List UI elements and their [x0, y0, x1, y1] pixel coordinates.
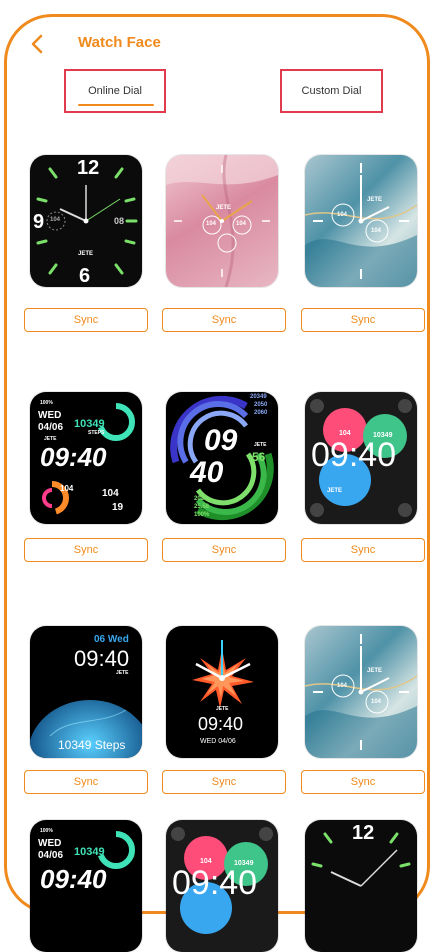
dial-brand: JETE: [254, 442, 267, 448]
dial-time: 09:40: [198, 714, 244, 734]
dial-brand: JETE: [116, 670, 129, 676]
tab-online-dial[interactable]: Online Dial: [64, 69, 166, 113]
dial-date: 06 Wed: [94, 634, 129, 645]
watch-face-preview[interactable]: 12: [305, 820, 417, 952]
dial-steps-label: STEPS: [88, 430, 105, 436]
dial-value: 104: [371, 228, 382, 234]
dial-date: 04/06: [38, 850, 64, 861]
dial-battery: 100%: [40, 828, 53, 834]
dial-brand: JETE: [216, 706, 229, 712]
watch-face-preview[interactable]: JETE 104 104: [305, 626, 417, 758]
dial-time: 09:40: [172, 864, 258, 902]
analog-dial-icon: [305, 163, 417, 287]
dial-brand: JETE: [367, 668, 383, 674]
sync-button[interactable]: Sync: [301, 538, 425, 562]
dial-time: 09:40: [311, 436, 397, 474]
sync-label: Sync: [211, 544, 237, 556]
sync-button[interactable]: Sync: [162, 538, 286, 562]
dial-distance: 19: [112, 502, 124, 513]
watch-face-preview[interactable]: JETE 104 104: [305, 155, 417, 287]
tab-label: Online Dial: [88, 85, 142, 97]
sync-label: Sync: [73, 314, 99, 326]
sync-button[interactable]: Sync: [162, 308, 286, 332]
sync-label: Sync: [350, 314, 376, 326]
dial-brand: JETE: [216, 205, 232, 211]
watch-face-preview[interactable]: 100% WED 04/06 10349 STEPS JETE 09:40 10…: [30, 392, 142, 524]
page-title: Watch Face: [78, 34, 161, 51]
dial-brand: JETE: [78, 251, 94, 257]
dial-value: 104: [236, 221, 247, 227]
watch-face-preview[interactable]: JETE 09:40 WED 04/06: [166, 626, 278, 758]
watch-face-preview[interactable]: 12 9 6 08 JETE 104: [30, 155, 142, 287]
dial-brand: JETE: [367, 197, 383, 203]
watch-face-preview[interactable]: 100% WED 04/06 10349 09:40: [30, 820, 142, 952]
analog-dial-icon: [166, 155, 278, 287]
sync-button[interactable]: Sync: [301, 770, 425, 794]
dial-hour: 09: [204, 424, 238, 457]
active-tab-indicator: [78, 104, 154, 106]
tab-custom-dial[interactable]: Custom Dial: [280, 69, 383, 113]
watch-face-preview[interactable]: 104 10349 09:40 JETE: [305, 392, 417, 524]
dial-value: 104: [337, 683, 348, 689]
sync-button[interactable]: Sync: [24, 538, 148, 562]
sync-button[interactable]: Sync: [24, 308, 148, 332]
sync-label: Sync: [350, 776, 376, 788]
dial-stat: 2050: [254, 402, 268, 408]
chevron-left-icon[interactable]: [30, 34, 44, 54]
sync-label: Sync: [73, 776, 99, 788]
sync-label: Sync: [211, 314, 237, 326]
sync-label: Sync: [350, 544, 376, 556]
analog-dial-icon: [305, 634, 417, 758]
dial-date: 08: [114, 216, 125, 226]
dial-calories: 104: [102, 488, 119, 499]
sync-button[interactable]: Sync: [301, 308, 425, 332]
tab-label: Custom Dial: [301, 85, 362, 97]
dial-stat: 100%: [194, 512, 210, 518]
dial-minute: 40: [190, 456, 224, 489]
sync-button[interactable]: Sync: [162, 770, 286, 794]
dial-time: 09:40: [74, 646, 130, 671]
dial-stat: 2060: [254, 410, 268, 416]
dial-seconds: 56: [252, 450, 266, 464]
dial-heart: 104: [60, 484, 74, 493]
dial-hour-label: 12: [77, 157, 100, 179]
dial-time: 09:40: [40, 442, 107, 472]
dial-date: 04/06: [38, 422, 64, 433]
dial-steps: 10349: [74, 418, 105, 430]
dial-pulse: 104: [50, 217, 61, 223]
dial-steps: 10349: [74, 846, 105, 858]
dial-stat: 20349: [250, 394, 267, 400]
watch-face-preview[interactable]: 104 10349 09:40: [166, 820, 278, 952]
dial-value: 104: [371, 699, 382, 705]
dial-value: 104: [206, 221, 217, 227]
dial-steps: 10349 Steps: [58, 738, 126, 752]
dial-battery: 100%: [40, 400, 53, 406]
dial-hour-label: 9: [33, 211, 45, 233]
sync-button[interactable]: Sync: [24, 770, 148, 794]
dial-day: WED: [38, 410, 62, 421]
sync-label: Sync: [73, 544, 99, 556]
dial-stat: 25.58: [194, 504, 210, 510]
dial-day: WED: [38, 838, 62, 849]
dial-date: WED 04/06: [200, 738, 236, 745]
watch-face-preview[interactable]: 06 Wed 09:40 JETE 10349 Steps: [30, 626, 142, 758]
dial-value: 104: [337, 212, 348, 218]
watch-face-preview[interactable]: 20349 2050 2060 09 40 JETE 56 2020 25.58…: [166, 392, 278, 524]
sync-label: Sync: [211, 776, 237, 788]
watch-face-preview[interactable]: JETE 104 104: [166, 155, 278, 287]
dial-hour-label: 6: [79, 265, 91, 287]
dial-brand: JETE: [327, 488, 343, 494]
dial-hour-label: 12: [352, 822, 375, 844]
dial-stat: 2020: [194, 496, 208, 502]
